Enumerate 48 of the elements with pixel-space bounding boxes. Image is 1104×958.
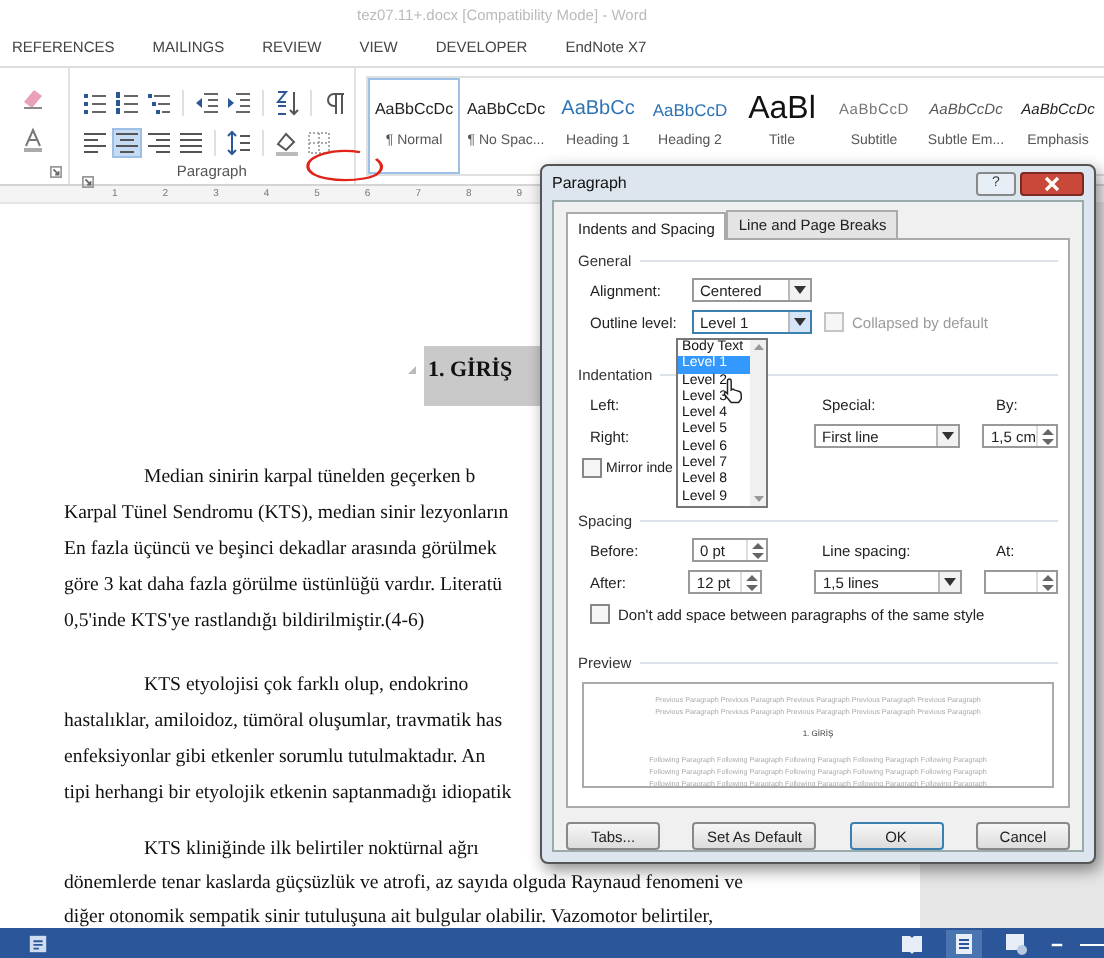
document-icon[interactable] xyxy=(28,934,48,954)
text-line: 0,5'inde KTS'ye rastlandığı bildirilmiştir.(4-6) xyxy=(64,610,425,632)
align-right-icon[interactable] xyxy=(145,129,172,155)
spin-arrows-icon xyxy=(1041,427,1053,445)
text-line: hastalıklar, amiloidoz, tümöral oluşumlar, travmatik has xyxy=(64,710,503,732)
text-line: En fazla üçüncü ve beşinci dekadlar arasında görülmek xyxy=(64,538,497,560)
decrease-indent-icon[interactable] xyxy=(193,89,220,115)
spin-arrows-icon xyxy=(745,573,758,591)
justify-icon[interactable] xyxy=(177,129,204,155)
eraser-icon[interactable] xyxy=(20,84,47,110)
spin-arrows-icon xyxy=(751,541,763,559)
increase-indent-icon[interactable] xyxy=(225,89,252,115)
text-line: göre 3 kat daha fazla görülme üstünlüğü vardır. Literatü xyxy=(64,574,502,596)
text-line: Median sinirin karpal tünelden geçerken b xyxy=(144,466,476,488)
spin-arrows-icon xyxy=(1041,573,1053,591)
multilevel-list-icon[interactable] xyxy=(145,89,172,115)
bullets-icon[interactable] xyxy=(81,89,108,115)
checkbox[interactable] xyxy=(582,458,602,478)
text-line: tipi herhangi bir etyolojik etkenin saptanmadığı idiopatik xyxy=(64,782,512,804)
numbering-icon[interactable] xyxy=(113,89,140,115)
sort-icon[interactable] xyxy=(273,89,300,115)
line-spacing-icon[interactable] xyxy=(225,129,252,155)
dropdown-arrow-icon xyxy=(794,318,806,326)
pilcrow-icon[interactable] xyxy=(321,89,348,115)
dropdown-arrow-icon xyxy=(944,578,957,586)
dialog-title: Paragraph xyxy=(552,174,629,192)
dropdown-arrow-icon xyxy=(942,432,955,440)
close-icon xyxy=(1044,175,1060,191)
text-line: diğer otonomik sempatik sinir tutuluşuna ait bulgular olabilir. Vazomotor belirtiler, xyxy=(64,906,714,928)
text-line: KTS kliniğinde ilk belirtiler noktürnal ağrı xyxy=(144,838,479,860)
dialog-launcher-icon[interactable] xyxy=(49,166,62,178)
text-line: dönemlerde tenar kaslarda güçsüzlük ve atrofi, az sayıda olguda Raynaud fenomeni ve xyxy=(64,872,743,894)
checkbox[interactable] xyxy=(590,604,610,624)
font-color-icon[interactable] xyxy=(20,126,47,152)
print-view-icon[interactable] xyxy=(946,930,982,958)
heading: 1. GİRİŞ xyxy=(424,346,541,406)
text-line: Karpal Tünel Sendromu (KTS), median sinir lezyonların xyxy=(64,502,509,524)
hand-cursor-icon xyxy=(722,378,744,404)
borders-icon[interactable] xyxy=(305,129,332,155)
close-button[interactable] xyxy=(1020,171,1084,195)
text-line: enfeksiyonlar gibi etkenler sorumlu tutulmaktadır. An xyxy=(64,746,486,768)
dialog-launcher-icon[interactable] xyxy=(81,176,94,188)
at-spin-field[interactable] xyxy=(984,570,1058,594)
align-center-icon[interactable] xyxy=(113,129,140,155)
dropdown-arrow-icon xyxy=(794,286,806,294)
shading-icon[interactable] xyxy=(273,129,300,155)
align-left-icon[interactable] xyxy=(81,129,108,155)
text-line: KTS etyolojisi çok farklı olup, endokrino xyxy=(144,674,469,696)
